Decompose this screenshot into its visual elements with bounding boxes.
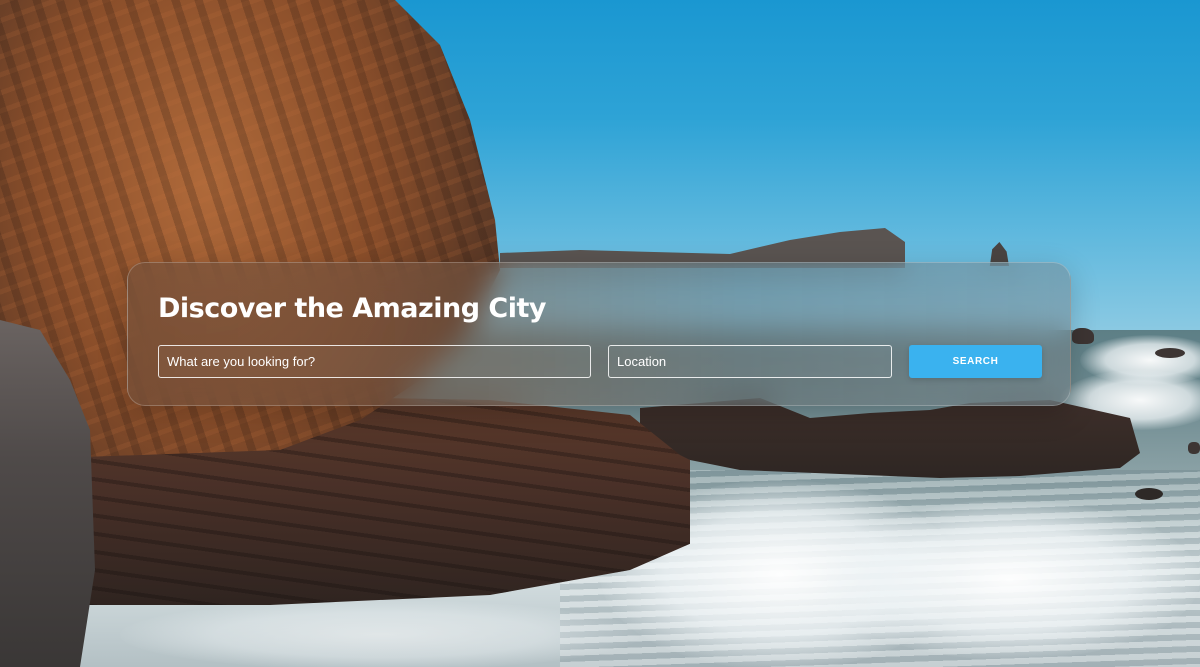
rock-islet <box>1135 488 1163 500</box>
wave-foam <box>120 600 640 667</box>
rock-islet <box>1188 442 1200 454</box>
page-title: Discover the Amazing City <box>158 293 547 324</box>
location-input[interactable] <box>608 345 892 378</box>
search-input[interactable] <box>158 345 591 378</box>
hero-section: Discover the Amazing City SEARCH <box>0 0 1200 667</box>
rock-islet <box>1072 328 1094 344</box>
wave-foam <box>820 500 1200 660</box>
rock-islet <box>1155 348 1185 358</box>
search-card: Discover the Amazing City SEARCH <box>127 262 1071 406</box>
search-button[interactable]: SEARCH <box>909 345 1042 378</box>
